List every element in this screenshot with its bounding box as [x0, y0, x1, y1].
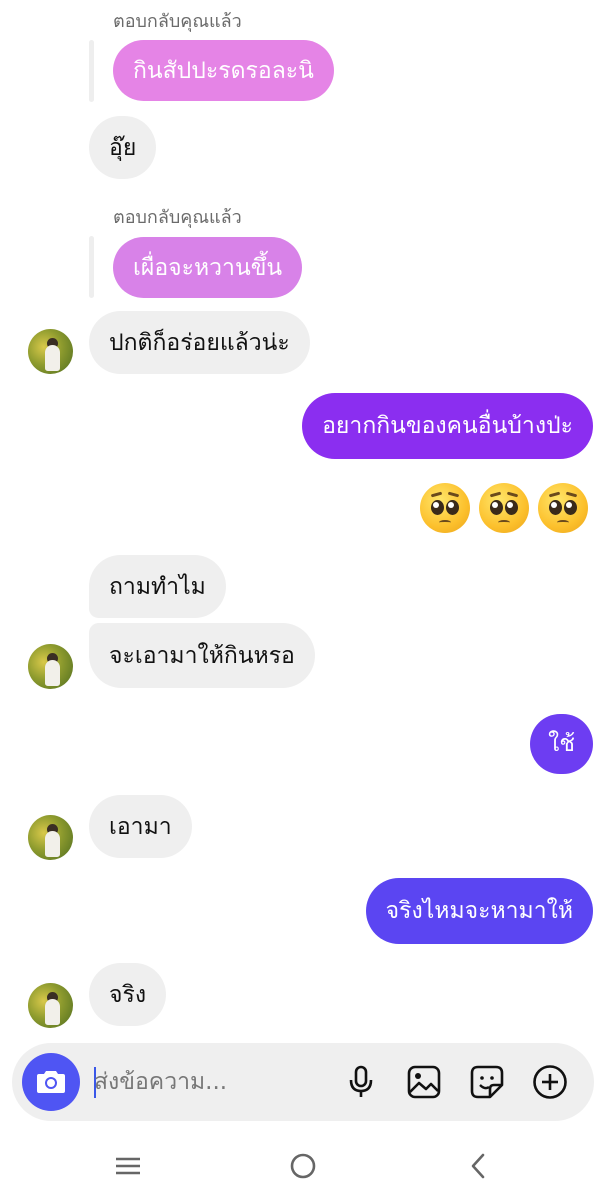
incoming-message[interactable]: เอามา	[89, 795, 192, 858]
reply-quote-bar	[89, 40, 94, 102]
incoming-message[interactable]: จริง	[89, 963, 167, 1026]
reply-label: ตอบกลับคุณแล้ว	[113, 11, 242, 32]
message-input[interactable]	[94, 1063, 334, 1101]
outgoing-message[interactable]: จริงไหมจะหามาให้	[365, 878, 593, 944]
pleading-face-emoji-icon	[538, 483, 588, 533]
message-composer	[12, 1043, 594, 1121]
incoming-message[interactable]: ปกติก็อร่อยแล้วน่ะ	[89, 311, 310, 374]
sticker-button[interactable]	[469, 1064, 505, 1100]
gallery-icon	[407, 1065, 441, 1099]
reply-label: ตอบกลับคุณแล้ว	[113, 207, 242, 228]
camera-icon	[37, 1071, 65, 1093]
outgoing-message[interactable]: อยากกินของคนอื่นบ้างป่ะ	[302, 393, 593, 459]
contact-avatar[interactable]	[28, 329, 73, 374]
home-icon	[290, 1153, 316, 1179]
back-icon	[471, 1153, 485, 1179]
microphone-icon	[349, 1065, 373, 1097]
contact-avatar[interactable]	[28, 815, 73, 860]
camera-button[interactable]	[22, 1053, 80, 1111]
outgoing-message[interactable]: ใช้	[530, 714, 593, 774]
recent-apps-button[interactable]	[110, 1148, 146, 1184]
contact-avatar[interactable]	[28, 644, 73, 689]
recent-apps-icon	[116, 1157, 140, 1175]
microphone-button[interactable]	[343, 1064, 379, 1100]
reply-quote-bar	[89, 236, 94, 298]
more-options-button[interactable]	[532, 1064, 568, 1100]
quoted-message[interactable]: กินสัปปะรดรอละนิ	[113, 40, 334, 101]
incoming-message[interactable]: ถามทำไม	[89, 555, 226, 618]
incoming-message[interactable]: อุ๊ย	[89, 116, 157, 179]
sticker-icon	[470, 1065, 504, 1099]
gallery-button[interactable]	[406, 1064, 442, 1100]
incoming-message[interactable]: จะเอามาให้กินหรอ	[89, 623, 315, 688]
pleading-face-emoji-icon	[479, 483, 529, 533]
home-button[interactable]	[285, 1148, 321, 1184]
plus-icon	[533, 1065, 567, 1099]
pleading-face-emoji-icon	[420, 483, 470, 533]
quoted-message[interactable]: เผื่อจะหวานขึ้น	[113, 237, 303, 298]
back-button[interactable]	[460, 1148, 496, 1184]
chat-screen: ตอบกลับคุณแล้ว กินสัปปะรดรอละนิ อุ๊ย ตอบ…	[0, 0, 606, 1200]
contact-avatar[interactable]	[28, 983, 73, 1028]
